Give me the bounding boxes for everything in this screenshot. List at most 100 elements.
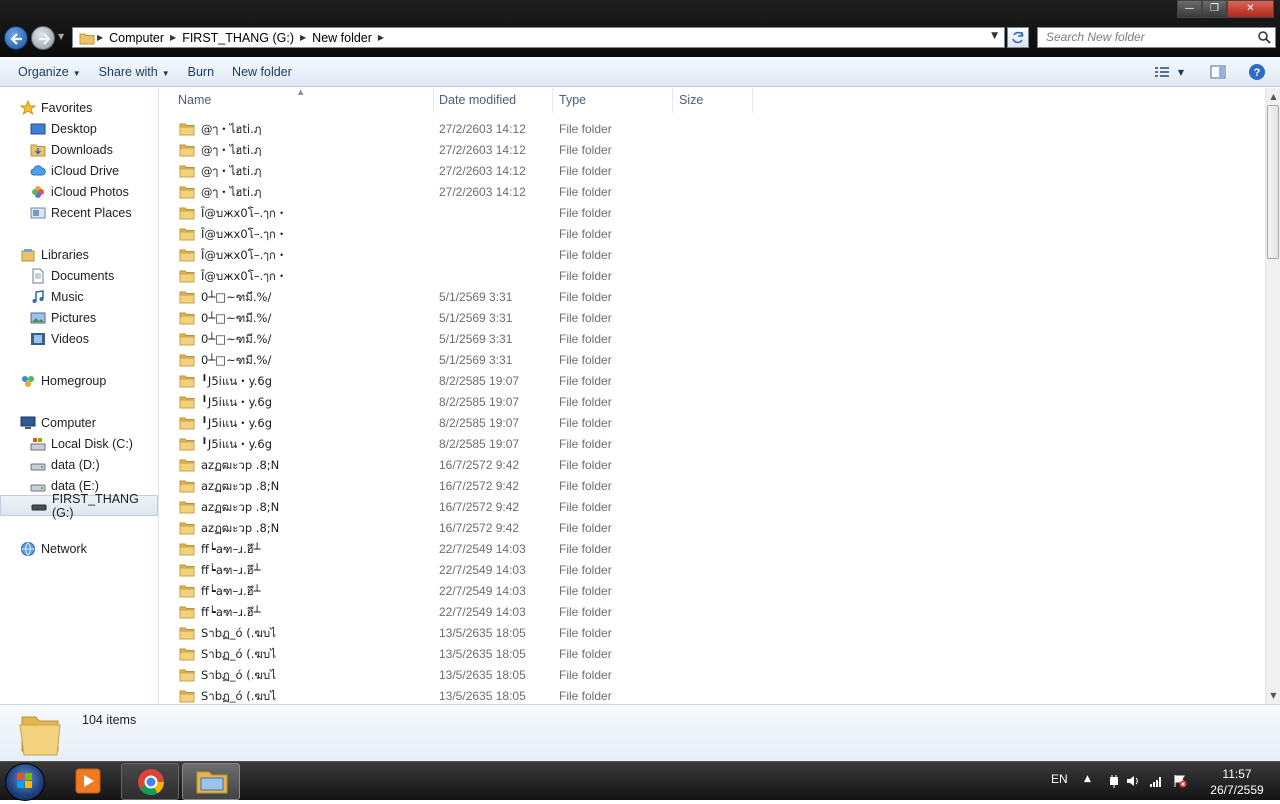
table-row[interactable]: azฏฒะวp .8;N 16/7/2572 9:42 File folder	[160, 476, 760, 497]
table-row[interactable]: @ๅ・ไฮti.ฦ 27/2/2603 14:12 File folder	[160, 161, 760, 182]
share-with-button[interactable]: Share with ▼	[90, 61, 179, 83]
table-row[interactable]: Ȋ@บжx0โ–.ๅก・ File folder	[160, 266, 760, 287]
table-row[interactable]: 0┴□~ฑมี.%/ 5/1/2569 3:31 File folder	[160, 308, 760, 329]
start-button[interactable]	[5, 763, 45, 801]
table-row[interactable]: Ȋ@บжx0โ–.ๅก・ File folder	[160, 245, 760, 266]
nav-desktop[interactable]: Desktop	[0, 118, 158, 139]
folder-icon	[179, 375, 195, 388]
table-row[interactable]: ff┕aฑ–ɹ.ฮึ┴ 22/7/2549 14:03 File folder	[160, 581, 760, 602]
table-row[interactable]: @ๅ・ไฮti.ฦ 27/2/2603 14:12 File folder	[160, 140, 760, 161]
nav-videos[interactable]: Videos	[0, 328, 158, 349]
table-row[interactable]: 0┴□~ฑมี.%/ 5/1/2569 3:31 File folder	[160, 287, 760, 308]
burn-button[interactable]: Burn	[179, 61, 223, 83]
language-indicator[interactable]: EN	[1051, 772, 1068, 786]
wifi-signal-icon[interactable]	[1149, 774, 1163, 788]
table-row[interactable]: Sาbฏ_ó (.ฆบไ 13/5/2635 18:05 File folder	[160, 623, 760, 644]
usb-drive-icon	[31, 504, 47, 510]
table-row[interactable]: ╹J5iแน・y.6g 8/2/2585 19:07 File folder	[160, 434, 760, 455]
table-row[interactable]: ff┕aฑ–ɹ.ฮึ┴ 22/7/2549 14:03 File folder	[160, 602, 760, 623]
nav-first-thang-g[interactable]: FIRST_THANG (G:)	[0, 492, 158, 520]
recent-pages-dropdown[interactable]: ▼	[58, 32, 66, 42]
file-date-modified: 5/1/2569 3:31	[439, 332, 513, 346]
table-row[interactable]: 0┴□~ฑมี.%/ 5/1/2569 3:31 File folder	[160, 329, 760, 350]
nav-homegroup[interactable]: Homegroup	[0, 370, 158, 391]
table-row[interactable]: @ๅ・ไฮti.ฦ 27/2/2603 14:12 File folder	[160, 182, 760, 203]
preview-pane-icon[interactable]	[1210, 64, 1226, 80]
table-row[interactable]: azฏฒะวp .8;N 16/7/2572 9:42 File folder	[160, 455, 760, 476]
nav-libraries[interactable]: Libraries	[0, 244, 158, 265]
breadcrumb-current-folder[interactable]: New folder	[306, 31, 378, 45]
table-row[interactable]: ╹J5iแน・y.6g 8/2/2585 19:07 File folder	[160, 371, 760, 392]
table-row[interactable]: ╹J5iแน・y.6g 8/2/2585 19:07 File folder	[160, 413, 760, 434]
close-button[interactable]: ✕	[1227, 0, 1274, 18]
back-button[interactable]	[4, 26, 28, 50]
search-input[interactable]: Search New folder	[1037, 27, 1276, 48]
folder-icon	[179, 186, 195, 199]
table-row[interactable]: ╹J5iแน・y.6g 8/2/2585 19:07 File folder	[160, 392, 760, 413]
table-row[interactable]: ff┕aฑ–ɹ.ฮึ┴ 22/7/2549 14:03 File folder	[160, 539, 760, 560]
nav-downloads[interactable]: Downloads	[0, 139, 158, 160]
file-name: ╹J5iแน・y.6g	[201, 395, 273, 409]
column-header-size[interactable]: Size	[673, 88, 753, 113]
nav-recent-places[interactable]: Recent Places	[0, 202, 158, 223]
column-header-type[interactable]: Type	[553, 88, 673, 113]
show-hidden-icons-button[interactable]: ▲	[1084, 774, 1098, 788]
organize-button[interactable]: Organize ▼	[9, 61, 90, 83]
nav-favorites[interactable]: Favorites	[0, 97, 158, 118]
breadcrumb-drive[interactable]: FIRST_THANG (G:)	[176, 31, 300, 45]
new-folder-button[interactable]: New folder	[223, 61, 301, 83]
file-type: File folder	[559, 647, 612, 661]
file-date-modified: 27/2/2603 14:12	[439, 164, 526, 178]
nav-network[interactable]: Network	[0, 538, 158, 559]
action-center-flag-icon[interactable]	[1173, 774, 1187, 788]
forward-button[interactable]	[31, 26, 55, 50]
table-row[interactable]: Ȋ@บжx0โ–.ๅก・ File folder	[160, 203, 760, 224]
file-type: File folder	[559, 290, 612, 304]
nav-computer[interactable]: Computer	[0, 412, 158, 433]
maximize-button[interactable]: ❐	[1202, 0, 1227, 18]
nav-data-d[interactable]: data (D:)	[0, 454, 158, 475]
file-name: Ȋ@บжx0โ–.ๅก・	[201, 206, 288, 220]
network-icon	[21, 541, 35, 556]
vertical-scrollbar[interactable]: ▲ ▼	[1265, 88, 1280, 704]
table-row[interactable]: Sาbฏ_ó (.ฆบไ 13/5/2635 18:05 File folder	[160, 686, 760, 704]
table-row[interactable]: Sาbฏ_ó (.ฆบไ 13/5/2635 18:05 File folder	[160, 665, 760, 686]
file-date-modified: 16/7/2572 9:42	[439, 500, 520, 514]
taskbar-explorer[interactable]	[182, 763, 240, 800]
item-count: 104 items	[82, 713, 137, 727]
nav-local-disk-c[interactable]: Local Disk (C:)	[0, 433, 158, 454]
nav-music[interactable]: Music	[0, 286, 158, 307]
nav-icloud-photos[interactable]: iCloud Photos	[0, 181, 158, 202]
star-icon	[20, 99, 36, 115]
nav-documents[interactable]: Documents	[0, 265, 158, 286]
breadcrumb-separator[interactable]: ▶	[378, 33, 384, 42]
refresh-button[interactable]	[1007, 27, 1029, 48]
nav-pictures[interactable]: Pictures	[0, 307, 158, 328]
file-type: File folder	[559, 479, 612, 493]
table-row[interactable]: @ๅ・ไฮti.ฦ 27/2/2603 14:12 File folder	[160, 119, 760, 140]
scrollbar-thumb[interactable]	[1267, 105, 1279, 259]
help-icon[interactable]: ?	[1248, 63, 1266, 81]
table-row[interactable]: azฏฒะวp .8;N 16/7/2572 9:42 File folder	[160, 518, 760, 539]
breadcrumb-computer[interactable]: Computer	[103, 31, 170, 45]
scroll-up-button[interactable]: ▲	[1266, 88, 1280, 105]
minimize-button[interactable]: —	[1177, 0, 1202, 18]
taskbar-chrome[interactable]	[121, 763, 179, 800]
nav-label: Favorites	[41, 100, 93, 115]
clock[interactable]: 11:57 26/7/2559	[1200, 766, 1274, 798]
address-bar[interactable]: ▶ Computer ▶ FIRST_THANG (G:) ▶ New fold…	[72, 27, 1005, 48]
power-plug-icon[interactable]	[1107, 774, 1121, 788]
table-row[interactable]: azฏฒะวp .8;N 16/7/2572 9:42 File folder	[160, 497, 760, 518]
taskbar-media-player[interactable]	[60, 763, 118, 800]
table-row[interactable]: Ȋ@บжx0โ–.ๅก・ File folder	[160, 224, 760, 245]
change-view-button[interactable]: ▼	[1154, 65, 1184, 79]
scroll-down-button[interactable]: ▼	[1266, 687, 1280, 704]
volume-icon[interactable]	[1125, 774, 1139, 788]
table-row[interactable]: ff┕aฑ–ɹ.ฮึ┴ 22/7/2549 14:03 File folder	[160, 560, 760, 581]
table-row[interactable]: Sาbฏ_ó (.ฆบไ 13/5/2635 18:05 File folder	[160, 644, 760, 665]
column-header-date-modified[interactable]: Date modified	[433, 88, 553, 113]
nav-icloud-drive[interactable]: iCloud Drive	[0, 160, 158, 181]
table-row[interactable]: 0┴□~ฑมี.%/ 5/1/2569 3:31 File folder	[160, 350, 760, 371]
file-date-modified: 13/5/2635 18:05	[439, 626, 526, 640]
chevron-down-icon[interactable]: ▼	[991, 31, 998, 41]
